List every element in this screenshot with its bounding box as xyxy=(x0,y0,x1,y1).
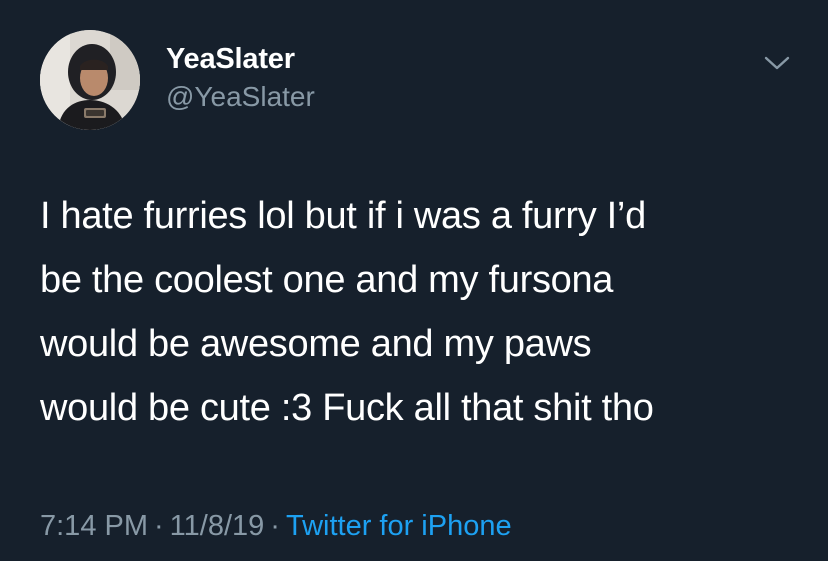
avatar[interactable] xyxy=(40,30,140,130)
tweet-text-line: would be awesome and my paws xyxy=(40,323,592,365)
chevron-down-icon[interactable] xyxy=(762,50,792,74)
avatar-photo xyxy=(40,30,140,130)
user-handle[interactable]: @YeaSlater xyxy=(166,80,315,114)
tweet-time[interactable]: 7:14 PM xyxy=(40,510,148,542)
meta-separator: · xyxy=(270,510,280,542)
tweet-text-line: be the coolest one and my fursona xyxy=(40,259,614,301)
tweet-text-line: would be cute :3 Fuck all that shit tho xyxy=(40,387,654,429)
tweet-text: I hate furries lol but if i was a furry … xyxy=(40,184,800,440)
tweet-source-link[interactable]: Twitter for iPhone xyxy=(286,510,512,542)
meta-separator: · xyxy=(154,510,164,542)
tweet-card: YeaSlater @YeaSlater I hate furries lol … xyxy=(0,0,828,561)
display-name[interactable]: YeaSlater xyxy=(166,42,315,76)
tweet-metadata: 7:14 PM · 11/8/19 · Twitter for iPhone xyxy=(40,508,512,544)
user-info: YeaSlater @YeaSlater xyxy=(166,42,315,114)
tweet-date[interactable]: 11/8/19 xyxy=(170,510,265,542)
tweet-text-line: I hate furries lol but if i was a furry … xyxy=(40,195,646,237)
